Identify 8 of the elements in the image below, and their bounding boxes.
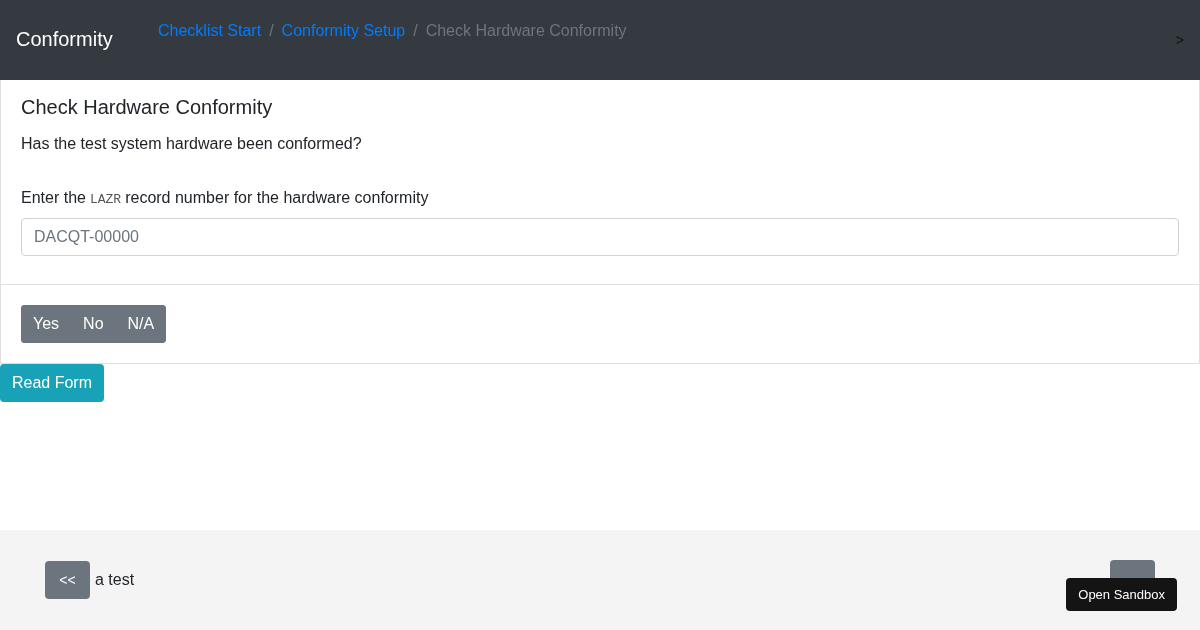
card-title: Check Hardware Conformity bbox=[21, 96, 274, 119]
breadcrumb-separator: / bbox=[269, 22, 274, 40]
previous-label: a test bbox=[95, 571, 135, 589]
breadcrumb-separator: / bbox=[413, 22, 418, 40]
current-page-label: Check Hardware Conformity bbox=[425, 22, 627, 40]
question-text: Has the test system hardware been conformed? bbox=[21, 135, 363, 153]
tooltip: Open Sandbox bbox=[1066, 577, 1177, 611]
field-label: Enter the LAZR record number for the hardware conformity bbox=[21, 189, 430, 207]
